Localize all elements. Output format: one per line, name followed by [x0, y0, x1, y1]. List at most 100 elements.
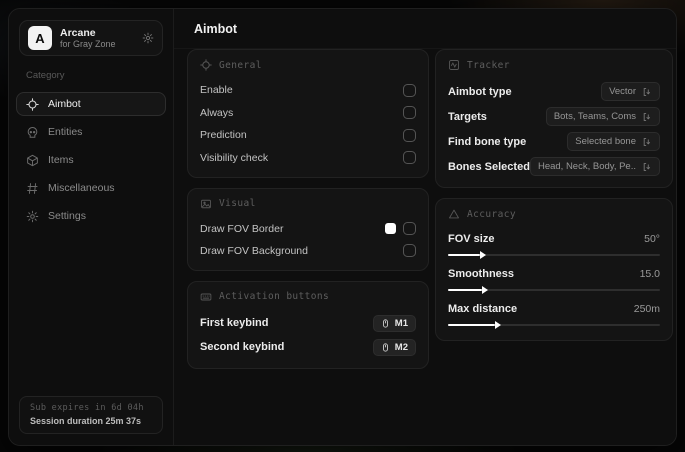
sidebar-item-items[interactable]: Items [16, 148, 166, 172]
bones-selected-select[interactable]: Head, Neck, Body, Pe.. [529, 157, 660, 176]
setting-label: Targets [448, 110, 487, 123]
dropdown-icon [642, 87, 652, 97]
fov-background-checkbox[interactable] [403, 244, 416, 257]
mouse-icon [381, 342, 390, 353]
main-header: Aimbot [174, 9, 676, 49]
setting-label: Enable [200, 84, 233, 96]
setting-row: Always [200, 105, 416, 121]
slider-value: 250m [633, 303, 660, 315]
targets-select[interactable]: Bots, Teams, Coms [545, 107, 660, 126]
app-name: Arcane [60, 26, 96, 39]
activation-card: Activation buttons First keybind M1 Seco… [187, 280, 429, 369]
category-label: Category [26, 70, 65, 81]
find-bone-type-select[interactable]: Selected bone [567, 132, 660, 151]
image-icon [200, 198, 212, 210]
app-subtitle: for Gray Zone [60, 38, 116, 49]
sidebar: A Arcane for Gray Zone Category Aimbot E… [9, 9, 174, 445]
slider-value: 50° [644, 233, 660, 245]
sidebar-item-label: Entities [48, 126, 83, 138]
slider-value: 15.0 [639, 268, 660, 280]
slider-group: Smoothness 15.0 [448, 266, 660, 294]
section-title: Activation buttons [219, 291, 330, 302]
sidebar-item-settings[interactable]: Settings [16, 204, 166, 228]
mouse-icon [381, 318, 390, 329]
subscription-panel: Sub expires in 6d 04h Session duration 2… [19, 396, 163, 434]
slider-fill [448, 288, 482, 291]
color-swatch[interactable] [385, 223, 396, 234]
sidebar-header: A Arcane for Gray Zone [19, 20, 163, 56]
sidebar-item-label: Aimbot [48, 98, 81, 110]
smoothness-slider[interactable] [448, 285, 660, 294]
setting-row: Draw FOV Border [200, 221, 416, 237]
sidebar-item-aimbot[interactable]: Aimbot [16, 92, 166, 116]
prediction-checkbox[interactable] [403, 128, 416, 142]
sidebar-item-miscellaneous[interactable]: Miscellaneous [16, 176, 166, 200]
setting-row: Second keybind M2 [200, 338, 416, 357]
visual-card: Visual Draw FOV Border Draw FOV Backgrou… [187, 187, 429, 271]
skull-icon [26, 126, 39, 139]
section-title: Visual [219, 198, 256, 209]
app-logo: A [28, 26, 52, 50]
sidebar-item-entities[interactable]: Entities [16, 120, 166, 144]
setting-row: Visibility check [200, 150, 416, 166]
keyboard-icon [200, 291, 212, 303]
fov-border-checkbox[interactable] [403, 222, 416, 235]
max-distance-slider[interactable] [448, 320, 660, 329]
setting-label: Find bone type [448, 135, 527, 148]
first-keybind-button[interactable]: M1 [372, 314, 416, 332]
setting-row: Bones Selected Head, Neck, Body, Pe.. [448, 157, 660, 176]
setting-label: FOV size [448, 233, 495, 245]
sidebar-item-label: Settings [48, 210, 86, 222]
setting-row: Prediction [200, 127, 416, 143]
second-keybind-button[interactable]: M2 [372, 338, 416, 356]
setting-row: Find bone type Selected bone [448, 132, 660, 151]
tracker-card: Tracker Aimbot type Vector Targets Bots,… [435, 49, 673, 188]
page-title: Aimbot [194, 21, 238, 36]
slider-fill [448, 253, 480, 256]
section-title: General [219, 59, 262, 71]
setting-label: Prediction [200, 129, 247, 141]
always-checkbox[interactable] [403, 106, 416, 119]
setting-row: Aimbot type Vector [448, 82, 660, 101]
crosshair-icon [26, 97, 39, 111]
slider-group: FOV size 50° [448, 231, 660, 259]
section-title: Accuracy [467, 208, 516, 220]
gear-icon [26, 210, 39, 223]
sidebar-item-label: Miscellaneous [48, 182, 115, 194]
sidebar-nav: Aimbot Entities Items Miscellaneous Sett… [9, 90, 173, 230]
setting-label: Draw FOV Border [200, 222, 284, 235]
setting-label: Second keybind [200, 341, 285, 353]
setting-row: Enable [200, 82, 416, 98]
app-window: A Arcane for Gray Zone Category Aimbot E… [8, 8, 677, 446]
setting-label: Always [200, 106, 234, 119]
enable-checkbox[interactable] [403, 83, 416, 97]
select-value: Vector [609, 86, 636, 97]
general-card: General Enable Always Prediction Visibil… [187, 49, 429, 178]
section-title: Tracker [467, 59, 510, 71]
setting-row: Targets Bots, Teams, Coms [448, 107, 660, 126]
setting-row: Draw FOV Background [200, 243, 416, 259]
fov-size-slider[interactable] [448, 250, 660, 259]
visibility-check-checkbox[interactable] [403, 151, 416, 164]
sidebar-item-label: Items [48, 154, 74, 166]
select-value: Head, Neck, Body, Pe.. [537, 161, 636, 172]
setting-row: First keybind M1 [200, 314, 416, 333]
accuracy-card: Accuracy FOV size 50° Smoothness 15.0 Ma… [435, 198, 673, 341]
slider-fill [448, 323, 495, 326]
hash-icon [26, 182, 39, 195]
setting-label: Max distance [448, 303, 518, 315]
gear-icon[interactable] [142, 32, 154, 44]
dropdown-icon [642, 112, 652, 122]
dropdown-icon [642, 137, 652, 147]
sub-expires-text: Sub expires in 6d 04h [30, 403, 144, 413]
keybind-value: M1 [394, 317, 408, 329]
activity-icon [448, 59, 460, 71]
aimbot-type-select[interactable]: Vector [601, 82, 660, 101]
main-panel: Aimbot General Enable Always Prediction … [174, 9, 676, 445]
crosshair-icon [200, 59, 212, 71]
setting-label: Draw FOV Background [200, 244, 308, 257]
session-duration-text: Session duration 25m 37s [30, 416, 142, 426]
setting-label: Aimbot type [448, 85, 512, 98]
setting-label: Visibility check [200, 151, 269, 164]
select-value: Selected bone [575, 136, 636, 147]
